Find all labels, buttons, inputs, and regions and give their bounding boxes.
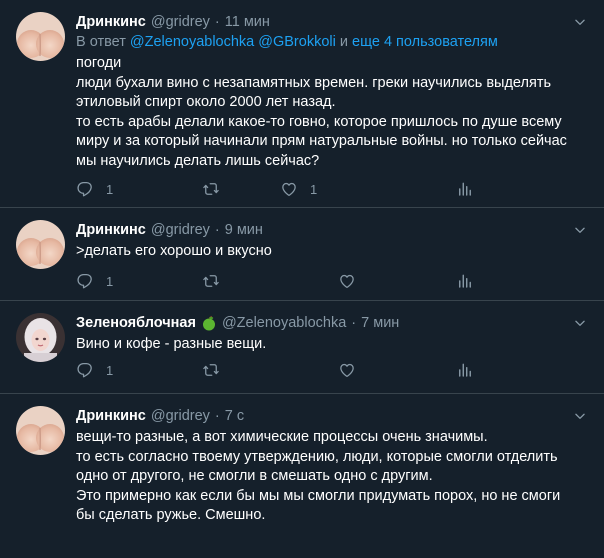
tweet-text-line: вещи-то разные, а вот химические процесс… (76, 429, 488, 445)
tweet-header: Дринкинс @gridrey · 7 с (76, 406, 588, 426)
like-count: 1 (310, 181, 318, 197)
retweet-icon (202, 180, 220, 198)
reply-and: и (339, 34, 348, 50)
separator-dot: · (351, 315, 357, 331)
analytics-button[interactable] (456, 180, 474, 198)
tweet-text-line: Вино и кофе - разные вещи. (76, 336, 267, 352)
tweet-text-line: мы научились делать лишь сейчас? (76, 152, 320, 169)
tweet-2[interactable]: Дринкинс @gridrey · 9 мин >делать его хо… (0, 208, 604, 301)
analytics-icon (456, 180, 474, 198)
tweet-text-line: то есть арабы делали какое-то говно, кот… (76, 113, 562, 130)
tweet-header: Дринкинс @gridrey · 9 мин (76, 220, 588, 240)
like-icon (280, 180, 298, 198)
reply-count: 1 (106, 181, 114, 197)
reply-button[interactable]: 1 (76, 272, 113, 290)
chevron-down-icon[interactable] (572, 408, 588, 424)
like-button[interactable] (338, 361, 356, 379)
tweet-text-line: одно от другого, не смогли в смешать одн… (76, 468, 433, 484)
reply-count: 1 (106, 273, 114, 289)
retweet-button[interactable] (202, 361, 220, 379)
reply-icon (76, 180, 94, 198)
chevron-down-icon[interactable] (572, 14, 588, 30)
timestamp[interactable]: 7 с (225, 408, 244, 424)
chevron-down-icon[interactable] (572, 315, 588, 331)
like-icon (338, 272, 356, 290)
tweet-text: погоди люди бухали вино с незапамятных в… (76, 54, 588, 171)
reply-context: В ответ @Zelenoyablochka @GBrokkoli и ещ… (76, 33, 588, 52)
separator-dot: · (214, 222, 220, 238)
user-handle[interactable]: @Zelenoyablochka (222, 315, 346, 331)
tweet-text-line: люди бухали вино с незапамятных времен. … (76, 74, 552, 91)
timestamp[interactable]: 9 мин (225, 222, 263, 238)
separator-dot: · (214, 14, 220, 30)
tweet-text-line: >делать его хорошо и вкусно (76, 243, 272, 259)
reply-button[interactable]: 1 (76, 361, 113, 379)
conversation-thread: Дринкинс @gridrey · 11 мин В ответ @Zele… (0, 0, 604, 558)
avatar[interactable] (16, 406, 65, 455)
user-handle[interactable]: @gridrey (151, 14, 210, 30)
reply-icon (76, 361, 94, 379)
tweet-3[interactable]: Зеленояблочная @Zelenoyablochka · 7 мин … (0, 301, 604, 394)
reply-count: 1 (106, 362, 114, 378)
analytics-button[interactable] (456, 361, 474, 379)
green-apple-emoji (201, 315, 217, 331)
analytics-icon (456, 272, 474, 290)
display-name[interactable]: Дринкинс (76, 14, 146, 30)
retweet-button[interactable] (202, 180, 220, 198)
analytics-icon (456, 361, 474, 379)
tweet-text-line: этиловый спирт около 2000 лет назад. (76, 94, 336, 110)
like-button[interactable] (338, 272, 356, 290)
display-name[interactable]: Зеленояблочная (76, 315, 196, 331)
display-name[interactable]: Дринкинс (76, 408, 146, 424)
display-name[interactable]: Дринкинс (76, 222, 146, 238)
tweet-text-line: то есть согласно твоему утверждению, люд… (76, 448, 558, 465)
like-button[interactable]: 1 (280, 180, 317, 198)
avatar[interactable] (16, 220, 65, 269)
tweet-text-line: бы сделать ружье. Смешно. (76, 507, 266, 523)
retweet-icon (202, 272, 220, 290)
tweet-4[interactable]: Дринкинс @gridrey · 7 с вещи-то разные, … (0, 394, 604, 558)
tweet-text-line: Это примерно как если бы мы мы смогли пр… (76, 487, 561, 504)
chevron-down-icon[interactable] (572, 222, 588, 238)
tweet-text: вещи-то разные, а вот химические процесс… (76, 428, 588, 526)
separator-dot: · (214, 408, 220, 424)
tweet-1[interactable]: Дринкинс @gridrey · 11 мин В ответ @Zele… (0, 0, 604, 208)
analytics-button[interactable] (456, 272, 474, 290)
reply-icon (76, 272, 94, 290)
timestamp[interactable]: 7 мин (361, 315, 399, 331)
tweet-header: Зеленояблочная @Zelenoyablochka · 7 мин (76, 313, 588, 333)
tweet-text-line: миру и за который начинали прям натураль… (76, 133, 567, 149)
timestamp[interactable]: 11 мин (225, 14, 270, 30)
tweet-text-line: погоди (76, 55, 122, 71)
tweet-text: Вино и кофе - разные вещи. (76, 335, 588, 355)
tweet-text: >делать его хорошо и вкусно (76, 242, 588, 262)
retweet-icon (202, 361, 220, 379)
user-handle[interactable]: @gridrey (151, 222, 210, 238)
avatar[interactable] (16, 12, 65, 61)
reply-button[interactable]: 1 (76, 180, 113, 198)
reply-prefix: В ответ (76, 34, 126, 50)
reply-mentions[interactable]: @Zelenoyablochka @GBrokkoli (130, 34, 336, 50)
avatar[interactable] (16, 313, 65, 362)
user-handle[interactable]: @gridrey (151, 408, 210, 424)
like-icon (338, 361, 356, 379)
retweet-button[interactable] (202, 272, 220, 290)
tweet-header: Дринкинс @gridrey · 11 мин (76, 12, 588, 32)
reply-more-users[interactable]: еще 4 пользователям (352, 34, 498, 50)
